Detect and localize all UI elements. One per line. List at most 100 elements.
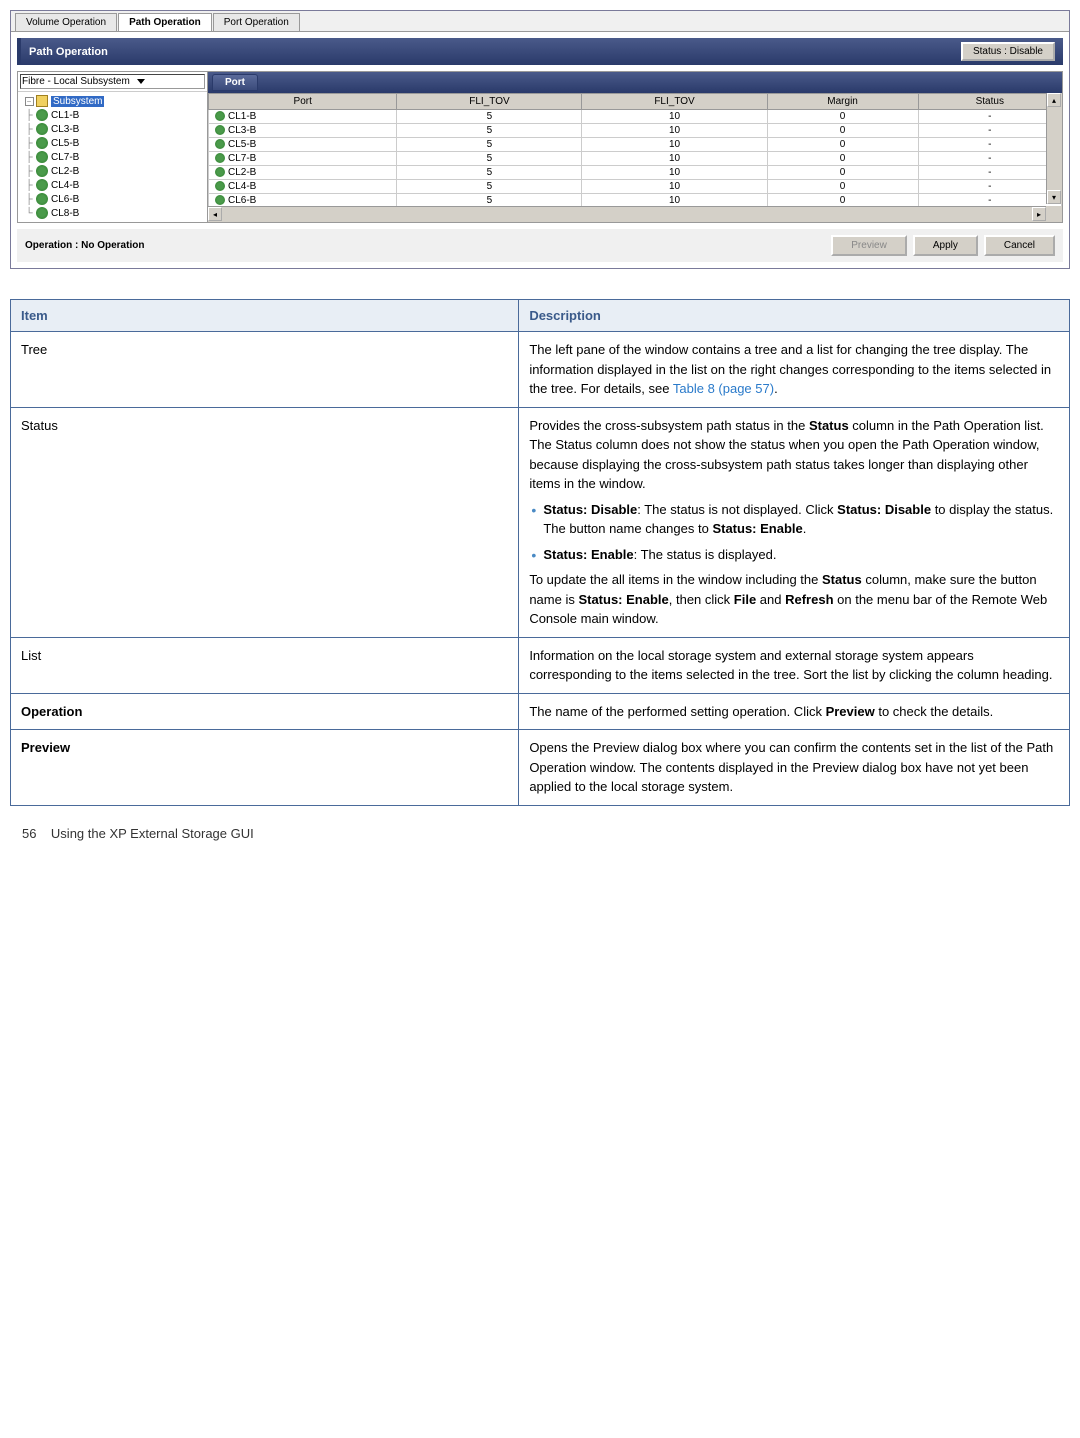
table-row: Status Provides the cross-subsystem path… [11,407,1070,637]
tree-item[interactable]: ├CL3-B [20,122,205,136]
item-name: Tree [11,332,519,408]
page-number: 56 [22,826,36,841]
cell: 5 [397,138,582,152]
cell: 0 [767,152,918,166]
scroll-left-icon[interactable]: ◂ [208,207,222,221]
cell: 0 [767,180,918,194]
port-icon [215,195,225,205]
horizontal-scrollbar[interactable]: ◂ ▸ [208,206,1046,222]
port-subtab[interactable]: Port [212,74,258,91]
column-header[interactable]: FLI_TOV [582,94,767,110]
preview-button[interactable]: Preview [831,235,907,256]
tree-item-label: CL2-B [51,166,79,177]
cell: 10 [582,166,767,180]
port-icon [36,193,48,205]
tree-item[interactable]: ├CL2-B [20,164,205,178]
scroll-down-icon[interactable]: ▾ [1047,190,1061,204]
table-row[interactable]: CL5-B5100- [209,138,1062,152]
cell: 10 [582,124,767,138]
item-desc: Provides the cross-subsystem path status… [519,407,1070,637]
item-desc: The left pane of the window contains a t… [519,332,1070,408]
table-row[interactable]: CL2-B5100- [209,166,1062,180]
table-row: Operation The name of the performed sett… [11,693,1070,730]
cell: - [918,138,1061,152]
cancel-button[interactable]: Cancel [984,235,1055,256]
item-name: Status [11,407,519,637]
tree-item-label: CL7-B [51,152,79,163]
tree-item[interactable]: ├CL1-B [20,108,205,122]
cell: - [918,110,1061,124]
folder-icon [36,95,48,107]
port-icon [215,111,225,121]
port-cell: CL3-B [209,124,397,138]
item-desc: Information on the local storage system … [519,637,1070,693]
panel-header: Path Operation Status : Disable [17,38,1063,65]
tree-item-label: CL3-B [51,124,79,135]
scroll-right-icon[interactable]: ▸ [1032,207,1046,221]
port-cell: CL5-B [209,138,397,152]
tree-item[interactable]: ├CL6-B [20,192,205,206]
tree-item[interactable]: └CL8-B [20,206,205,220]
dropdown-value: Fibre - Local Subsystem [22,76,130,87]
status-toggle-button[interactable]: Status : Disable [961,42,1055,61]
footer-label: Using the XP External Storage GUI [51,826,254,841]
cell: 5 [397,124,582,138]
port-cell: CL4-B [209,180,397,194]
port-icon [36,165,48,177]
table-row[interactable]: CL7-B5100- [209,152,1062,166]
cell: 0 [767,166,918,180]
path-operation-window: Volume Operation Path Operation Port Ope… [10,10,1070,269]
column-header[interactable]: FLI_TOV [397,94,582,110]
port-icon [215,153,225,163]
cell: 10 [582,152,767,166]
cell: 5 [397,166,582,180]
cell: - [918,180,1061,194]
tree-item[interactable]: ├CL5-B [20,136,205,150]
scroll-up-icon[interactable]: ▴ [1047,93,1061,107]
port-cell: CL2-B [209,166,397,180]
cell: 5 [397,152,582,166]
cell: 10 [582,138,767,152]
data-grid: PortFLI_TOVFLI_TOVMarginStatus CL1-B5100… [208,93,1062,222]
operation-label: Operation : No Operation [25,240,144,251]
item-name: Preview [11,730,519,806]
tree-item[interactable]: ├CL7-B [20,150,205,164]
tree-item-label: CL6-B [51,194,79,205]
tree-root-item[interactable]: −Subsystem [20,94,205,108]
port-icon [36,207,48,219]
tab-volume-operation[interactable]: Volume Operation [15,13,117,31]
item-desc: The name of the performed setting operat… [519,693,1070,730]
column-header[interactable]: Status [918,94,1061,110]
col-item: Item [11,300,519,332]
item-desc: Opens the Preview dialog box where you c… [519,730,1070,806]
subsystem-dropdown[interactable]: Fibre - Local Subsystem [20,74,205,89]
column-header[interactable]: Margin [767,94,918,110]
port-icon [215,139,225,149]
tree-item[interactable]: ├CL4-B [20,178,205,192]
tab-port-operation[interactable]: Port Operation [213,13,300,31]
port-icon [36,123,48,135]
tree-item-label: CL1-B [51,110,79,121]
vertical-scrollbar[interactable]: ▴ ▾ [1046,93,1062,204]
cell: 0 [767,138,918,152]
description-table: Item Description Tree The left pane of t… [10,299,1070,806]
cell: 0 [767,110,918,124]
table-row[interactable]: CL4-B5100- [209,180,1062,194]
tree-root-label: Subsystem [51,96,104,107]
table-row: Preview Opens the Preview dialog box whe… [11,730,1070,806]
table-row[interactable]: CL3-B5100- [209,124,1062,138]
port-icon [215,167,225,177]
cell: 5 [397,110,582,124]
cell: 10 [582,180,767,194]
panel-title: Path Operation [29,46,108,58]
column-header[interactable]: Port [209,94,397,110]
cell: 0 [767,124,918,138]
item-name: List [11,637,519,693]
table-link[interactable]: Table 8 (page 57) [673,381,774,396]
tab-path-operation[interactable]: Path Operation [118,13,212,31]
cell: 10 [582,110,767,124]
scroll-corner [1046,206,1062,222]
table-row[interactable]: CL1-B5100- [209,110,1062,124]
apply-button[interactable]: Apply [913,235,978,256]
cell: - [918,166,1061,180]
